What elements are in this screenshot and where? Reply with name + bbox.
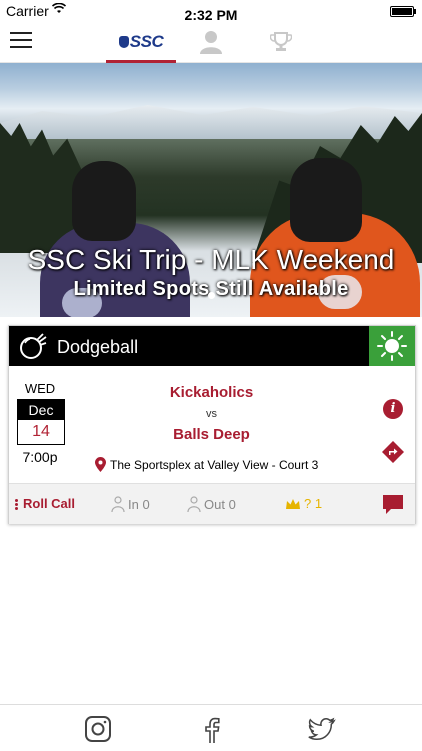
dodgeball-icon <box>20 333 47 359</box>
crown-icon <box>286 498 300 509</box>
map-pin-icon <box>95 457 106 472</box>
ssc-logo-text: SSC <box>129 32 164 51</box>
in-count-label: In 0 <box>128 496 150 512</box>
maybe-count[interactable]: ? 1 <box>285 496 322 511</box>
roll-call-button[interactable]: Roll Call <box>15 496 75 511</box>
calendar-day: 14 <box>32 423 50 440</box>
instagram-icon[interactable] <box>84 715 112 743</box>
game-card-header: Dodgeball <box>9 326 415 366</box>
social-bar <box>0 704 422 751</box>
status-bar: Carrier 2:32 PM <box>0 0 422 23</box>
out-count[interactable]: Out 0 <box>187 496 236 512</box>
info-icon[interactable]: i <box>383 399 403 419</box>
skier-left-head <box>72 161 136 241</box>
home-team[interactable]: Kickaholics <box>79 384 344 401</box>
thumbs-up-person-icon <box>111 496 125 512</box>
carousel-dots <box>0 292 422 299</box>
clock: 2:32 PM <box>184 7 238 23</box>
trophy-icon <box>270 32 292 51</box>
directions-icon[interactable] <box>382 441 404 463</box>
roll-call-label: Roll Call <box>23 496 76 511</box>
location-label: The Sportsplex at Valley View - Court 3 <box>110 457 319 472</box>
location-link[interactable]: The Sportsplex at Valley View - Court 3 <box>95 457 318 472</box>
game-card[interactable]: Dodgeball WED Dec 14 7:00p Kickaholics v… <box>8 325 416 524</box>
in-count[interactable]: In 0 <box>111 496 150 512</box>
more-vertical-icon <box>15 498 18 511</box>
tab-trophy[interactable] <box>266 22 296 62</box>
user-icon <box>200 31 222 54</box>
nav-bar: SSC <box>0 22 422 63</box>
chat-icon[interactable] <box>381 493 405 515</box>
tab-profile[interactable] <box>196 22 226 62</box>
hamburger-menu-icon[interactable] <box>10 31 32 49</box>
twitter-icon[interactable] <box>308 715 336 743</box>
sun-icon <box>377 331 407 361</box>
calendar-month: Dec <box>18 400 64 420</box>
rsvp-row: Roll Call In 0 Out 0 ? 1 <box>9 483 415 524</box>
battery-icon <box>390 6 416 17</box>
versus-label: vs <box>206 408 217 420</box>
person-out-icon <box>187 496 201 512</box>
maybe-count-label: ? 1 <box>304 496 323 511</box>
out-count-label: Out 0 <box>204 496 236 512</box>
ssc-logo-mark-icon <box>118 36 129 48</box>
facebook-icon[interactable] <box>198 715 226 743</box>
carousel-dot[interactable] <box>207 292 215 299</box>
weather-button[interactable] <box>369 326 415 366</box>
date-block: WED Dec 14 7:00p <box>17 381 65 465</box>
hero-banner[interactable]: SSC Ski Trip - MLK Weekend Limited Spots… <box>0 63 422 317</box>
game-time: 7:00p <box>22 449 58 465</box>
sport-name: Dodgeball <box>57 337 139 357</box>
skier-right-head <box>290 158 362 242</box>
ssc-logo: SSC <box>118 32 164 52</box>
day-of-week: WED <box>24 381 56 396</box>
calendar-badge: Dec 14 <box>17 399 65 445</box>
away-team[interactable]: Balls Deep <box>79 426 344 443</box>
hero-title: SSC Ski Trip - MLK Weekend <box>27 244 395 275</box>
tab-ssc[interactable]: SSC <box>106 22 176 63</box>
